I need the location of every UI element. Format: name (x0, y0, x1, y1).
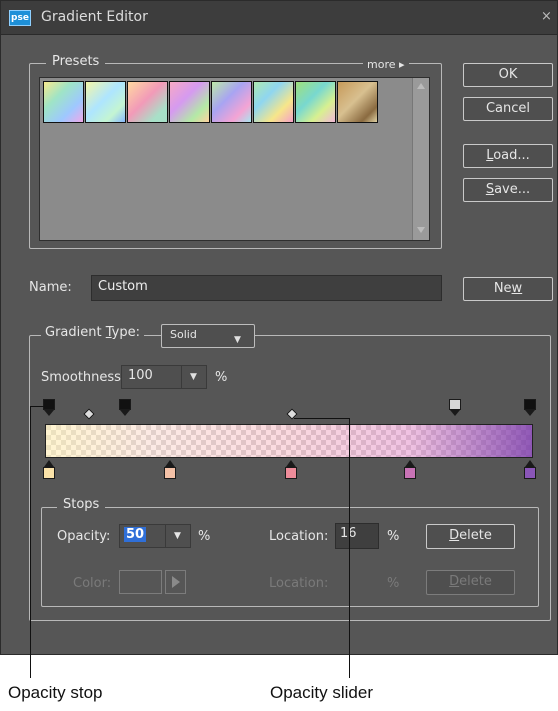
ok-button[interactable]: OK (463, 63, 553, 87)
smoothness-unit: % (215, 370, 228, 385)
save-mnemonic: S (485, 182, 495, 197)
load-rest: oad... (493, 148, 530, 163)
scroll-down-icon[interactable] (417, 227, 425, 233)
stops-legend: Stops (57, 497, 106, 512)
smoothness-label: Smoothness: (41, 370, 126, 385)
smoothness-dropdown-icon[interactable]: ▼ (181, 366, 205, 388)
new-label: Ne (493, 281, 512, 296)
preset-swatch[interactable] (337, 81, 378, 123)
name-label: Name: (29, 280, 72, 295)
location-label: Location: (269, 529, 329, 544)
preset-swatch[interactable] (169, 81, 210, 123)
presets-scrollbar[interactable] (412, 78, 429, 240)
color-stop[interactable] (404, 460, 416, 480)
opacity-unit: % (198, 529, 211, 544)
opacity-stop[interactable] (43, 399, 55, 417)
cancel-button[interactable]: Cancel (463, 97, 553, 121)
delete2-mnemonic: D (449, 574, 460, 589)
gradient-type-label: Gradient Type: (41, 325, 144, 340)
smoothness-value: 100 (128, 368, 153, 383)
callout-line-opacity-slider (349, 418, 350, 678)
opacity-stop[interactable] (119, 399, 131, 417)
close-icon[interactable]: × (541, 9, 552, 24)
opacity-stop[interactable] (449, 399, 461, 417)
title-bar: pse Gradient Editor × (1, 1, 557, 35)
chevron-down-icon: ▼ (234, 335, 241, 345)
name-input[interactable]: Custom (91, 275, 442, 301)
callout-line-opacity-stop (30, 406, 31, 678)
preset-swatch[interactable] (295, 81, 336, 123)
scroll-up-icon[interactable] (417, 83, 425, 89)
color-swatch (119, 570, 162, 594)
preset-swatch[interactable] (253, 81, 294, 123)
new-button[interactable]: New (463, 277, 553, 301)
preset-swatch-row (43, 81, 379, 125)
color-stop[interactable] (285, 460, 297, 480)
callout-opacity-slider: Opacity slider (270, 683, 373, 702)
app-icon: pse (9, 10, 31, 26)
gradient-type-value: Solid (170, 328, 197, 341)
location-input[interactable]: 16 (335, 523, 379, 549)
opacity-dropdown-icon[interactable]: ▼ (165, 525, 189, 547)
color-label: Color: (73, 576, 112, 591)
callout-line-opacity-slider-tick (294, 418, 350, 419)
callout-line-opacity-stop-tick (30, 406, 44, 407)
opacity-label: Opacity: (57, 529, 111, 544)
save-button[interactable]: Save... (463, 178, 553, 202)
color-location-unit: % (387, 576, 400, 591)
gradient-editor-dialog: pse Gradient Editor × Presets more ▸ OK … (0, 0, 558, 655)
new-mnemonic: w (511, 281, 523, 296)
color-stop[interactable] (43, 460, 55, 480)
more-label: more (367, 58, 396, 71)
preset-swatch[interactable] (85, 81, 126, 123)
color-stop[interactable] (524, 460, 536, 480)
preset-swatch[interactable] (211, 81, 252, 123)
delete-rest: elete (459, 528, 492, 543)
opacity-stop[interactable] (524, 399, 536, 417)
delete-opacity-stop-button[interactable]: Delete (426, 524, 515, 549)
presets-legend: Presets (46, 54, 106, 69)
delete-color-stop-button: Delete (426, 570, 515, 595)
preset-swatch[interactable] (43, 81, 84, 123)
gradient-preview-bar[interactable] (45, 424, 533, 458)
save-rest: ave... (494, 182, 531, 197)
opacity-value: 50 (124, 527, 147, 542)
triangle-right-icon: ▸ (399, 58, 405, 71)
color-stop[interactable] (164, 460, 176, 480)
callout-opacity-stop: Opacity stop (8, 683, 103, 702)
more-menu-button[interactable]: more ▸ (363, 58, 409, 71)
load-button[interactable]: Load... (463, 144, 553, 168)
delete2-rest: elete (459, 574, 492, 589)
dialog-title: Gradient Editor (41, 9, 148, 25)
color-picker-arrow-icon (165, 570, 186, 594)
color-location-label: Location: (269, 576, 329, 591)
delete-mnemonic: D (449, 528, 460, 543)
location-unit: % (387, 529, 400, 544)
preset-swatch[interactable] (127, 81, 168, 123)
